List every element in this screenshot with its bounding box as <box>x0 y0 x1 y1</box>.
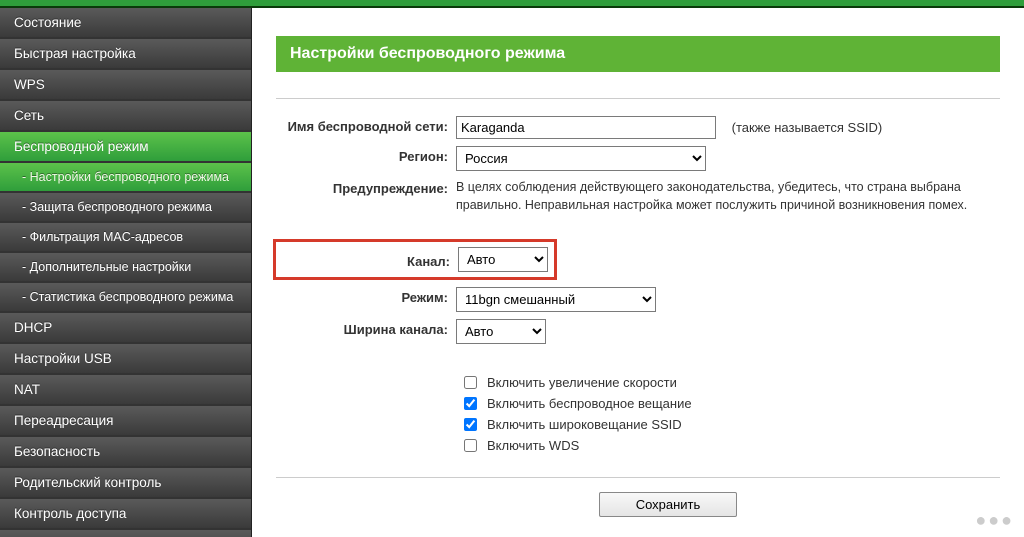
sidebar-nav: СостояниеБыстрая настройкаWPSСетьБеспров… <box>0 8 252 537</box>
sidebar-item-17[interactable]: Настройки маршрутизации <box>0 530 251 537</box>
save-button[interactable]: Сохранить <box>599 492 738 517</box>
sidebar-item-4[interactable]: Беспроводной режим <box>0 132 251 163</box>
sidebar-item-14[interactable]: Безопасность <box>0 437 251 468</box>
ssid-input[interactable] <box>456 116 716 139</box>
main-content: Настройки беспроводного режима Имя беспр… <box>252 8 1024 537</box>
warning-text: В целях соблюдения действующего законода… <box>456 178 1000 214</box>
enable-wds-checkbox[interactable] <box>464 439 477 452</box>
channel-label: Канал: <box>276 251 458 269</box>
ssid-label: Имя беспроводной сети: <box>276 116 456 134</box>
speed-boost-checkbox[interactable] <box>464 376 477 389</box>
sidebar-item-15[interactable]: Родительский контроль <box>0 468 251 499</box>
enable-ssid-broadcast-checkbox[interactable] <box>464 418 477 431</box>
region-label: Регион: <box>276 146 456 164</box>
channel-row-highlight: Канал: Авто <box>273 239 557 280</box>
decorative-dots: ●●● <box>975 510 1014 531</box>
page-title: Настройки беспроводного режима <box>276 36 1000 72</box>
sidebar-item-8[interactable]: Дополнительные настройки <box>0 253 251 283</box>
sidebar-item-7[interactable]: Фильтрация MAC-адресов <box>0 223 251 253</box>
mode-label: Режим: <box>276 287 456 305</box>
enable-radio-checkbox[interactable] <box>464 397 477 410</box>
enable-radio-label: Включить беспроводное вещание <box>487 396 692 411</box>
sidebar-item-11[interactable]: Настройки USB <box>0 344 251 375</box>
sidebar-item-2[interactable]: WPS <box>0 70 251 101</box>
ssid-hint: (также называется SSID) <box>732 120 883 135</box>
sidebar-item-12[interactable]: NAT <box>0 375 251 406</box>
sidebar-item-9[interactable]: Статистика беспроводного режима <box>0 283 251 313</box>
sidebar-item-5[interactable]: Настройки беспроводного режима <box>0 163 251 193</box>
sidebar-item-3[interactable]: Сеть <box>0 101 251 132</box>
speed-boost-label: Включить увеличение скорости <box>487 375 677 390</box>
sidebar-item-13[interactable]: Переадресация <box>0 406 251 437</box>
enable-wds-label: Включить WDS <box>487 438 579 453</box>
sidebar-item-1[interactable]: Быстрая настройка <box>0 39 251 70</box>
width-select[interactable]: Авто <box>456 319 546 344</box>
mode-select[interactable]: 11bgn смешанный <box>456 287 656 312</box>
sidebar-item-6[interactable]: Защита беспроводного режима <box>0 193 251 223</box>
channel-select[interactable]: Авто <box>458 247 548 272</box>
sidebar-item-10[interactable]: DHCP <box>0 313 251 344</box>
warning-label: Предупреждение: <box>276 178 456 196</box>
width-label: Ширина канала: <box>276 319 456 337</box>
sidebar-item-0[interactable]: Состояние <box>0 8 251 39</box>
enable-ssid-broadcast-label: Включить широковещание SSID <box>487 417 682 432</box>
sidebar-item-16[interactable]: Контроль доступа <box>0 499 251 530</box>
region-select[interactable]: Россия <box>456 146 706 171</box>
wireless-settings-form: Имя беспроводной сети: (также называется… <box>276 98 1000 478</box>
